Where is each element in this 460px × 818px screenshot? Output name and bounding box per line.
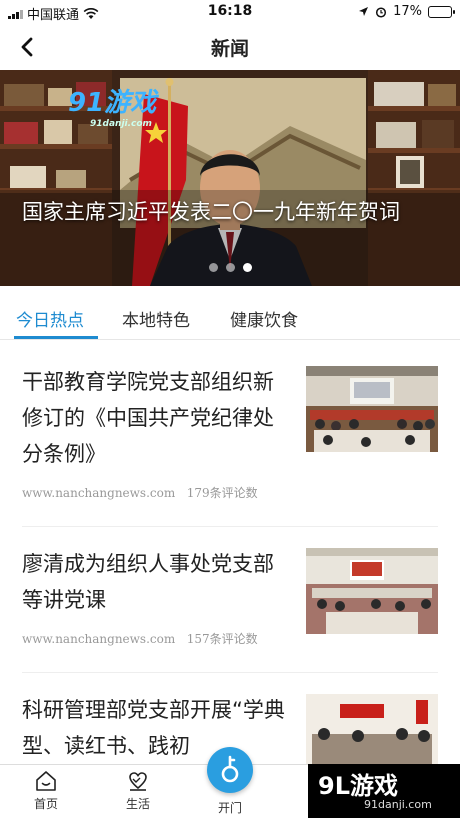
carousel-dot-active[interactable] bbox=[242, 263, 252, 272]
alarm-icon bbox=[376, 6, 387, 18]
news-thumbnail[interactable] bbox=[306, 366, 438, 452]
carousel-dot[interactable] bbox=[208, 263, 218, 272]
carousel-indicator bbox=[0, 263, 460, 272]
news-meta: www.nanchangnews.com 179条评论数 bbox=[22, 484, 258, 501]
news-source: www.nanchangnews.com bbox=[22, 632, 176, 646]
active-tab-indicator bbox=[14, 336, 98, 339]
tab-local-features[interactable]: 本地特色 bbox=[122, 306, 190, 331]
carousel-dot[interactable] bbox=[225, 263, 235, 272]
home-icon bbox=[36, 771, 56, 791]
corner-watermark: 9L游戏 91danji.com bbox=[308, 764, 460, 818]
tab-healthy-diet[interactable]: 健康饮食 bbox=[230, 306, 298, 331]
tabbar-home[interactable]: 首页 bbox=[16, 769, 76, 812]
news-headline[interactable]: 干部教育学院党支部组织新修订的《中国共产党纪律处分条例》 bbox=[22, 364, 288, 472]
news-comments: 157条评论数 bbox=[186, 632, 258, 646]
key-icon bbox=[221, 755, 239, 783]
news-headline[interactable]: 廖清成为组织人事处党支部等讲党课 bbox=[22, 546, 288, 618]
list-divider bbox=[22, 672, 438, 673]
tab-today-hot[interactable]: 今日热点 bbox=[16, 306, 84, 331]
battery-icon bbox=[428, 5, 455, 18]
status-right: 17% bbox=[358, 4, 455, 19]
news-thumbnail[interactable] bbox=[306, 694, 438, 764]
location-icon bbox=[359, 7, 369, 16]
banner-caption[interactable]: 国家主席习近平发表二〇一九年新年贺词 bbox=[22, 198, 442, 226]
news-source: www.nanchangnews.com bbox=[22, 486, 176, 500]
news-meta: www.nanchangnews.com 157条评论数 bbox=[22, 630, 258, 647]
nav-bar: 新闻 bbox=[0, 24, 460, 70]
watermark-url: 91danji.com bbox=[364, 798, 432, 811]
news-comments: 179条评论数 bbox=[186, 486, 258, 500]
page-title: 新闻 bbox=[210, 38, 249, 60]
watermark-text: 9L游戏 bbox=[318, 772, 398, 800]
open-door-label: 开门 bbox=[217, 801, 242, 815]
banner-watermark: 91游戏 91danji.com bbox=[68, 88, 157, 129]
list-divider bbox=[22, 526, 438, 527]
news-item[interactable]: 干部教育学院党支部组织新修订的《中国共产党纪律处分条例》 www.nanchan… bbox=[0, 358, 460, 526]
tabbar-life-label: 生活 bbox=[125, 797, 150, 811]
tabbar-home-label: 首页 bbox=[33, 797, 58, 811]
news-thumbnail[interactable] bbox=[306, 548, 438, 634]
heart-hand-icon bbox=[129, 772, 147, 791]
battery-percent: 17% bbox=[393, 4, 422, 19]
category-tabs: 今日热点 本地特色 健康饮食 bbox=[0, 296, 460, 340]
news-item[interactable]: 廖清成为组织人事处党支部等讲党课 www.nanchangnews.com 15… bbox=[0, 540, 460, 672]
open-door-button[interactable] bbox=[207, 747, 253, 793]
status-bar: 中国联通 16:18 17% bbox=[0, 0, 460, 24]
tabbar-life[interactable]: 生活 bbox=[108, 769, 168, 812]
banner-carousel[interactable]: 91游戏 91danji.com 国家主席习近平发表二〇一九年新年贺词 bbox=[0, 70, 460, 286]
